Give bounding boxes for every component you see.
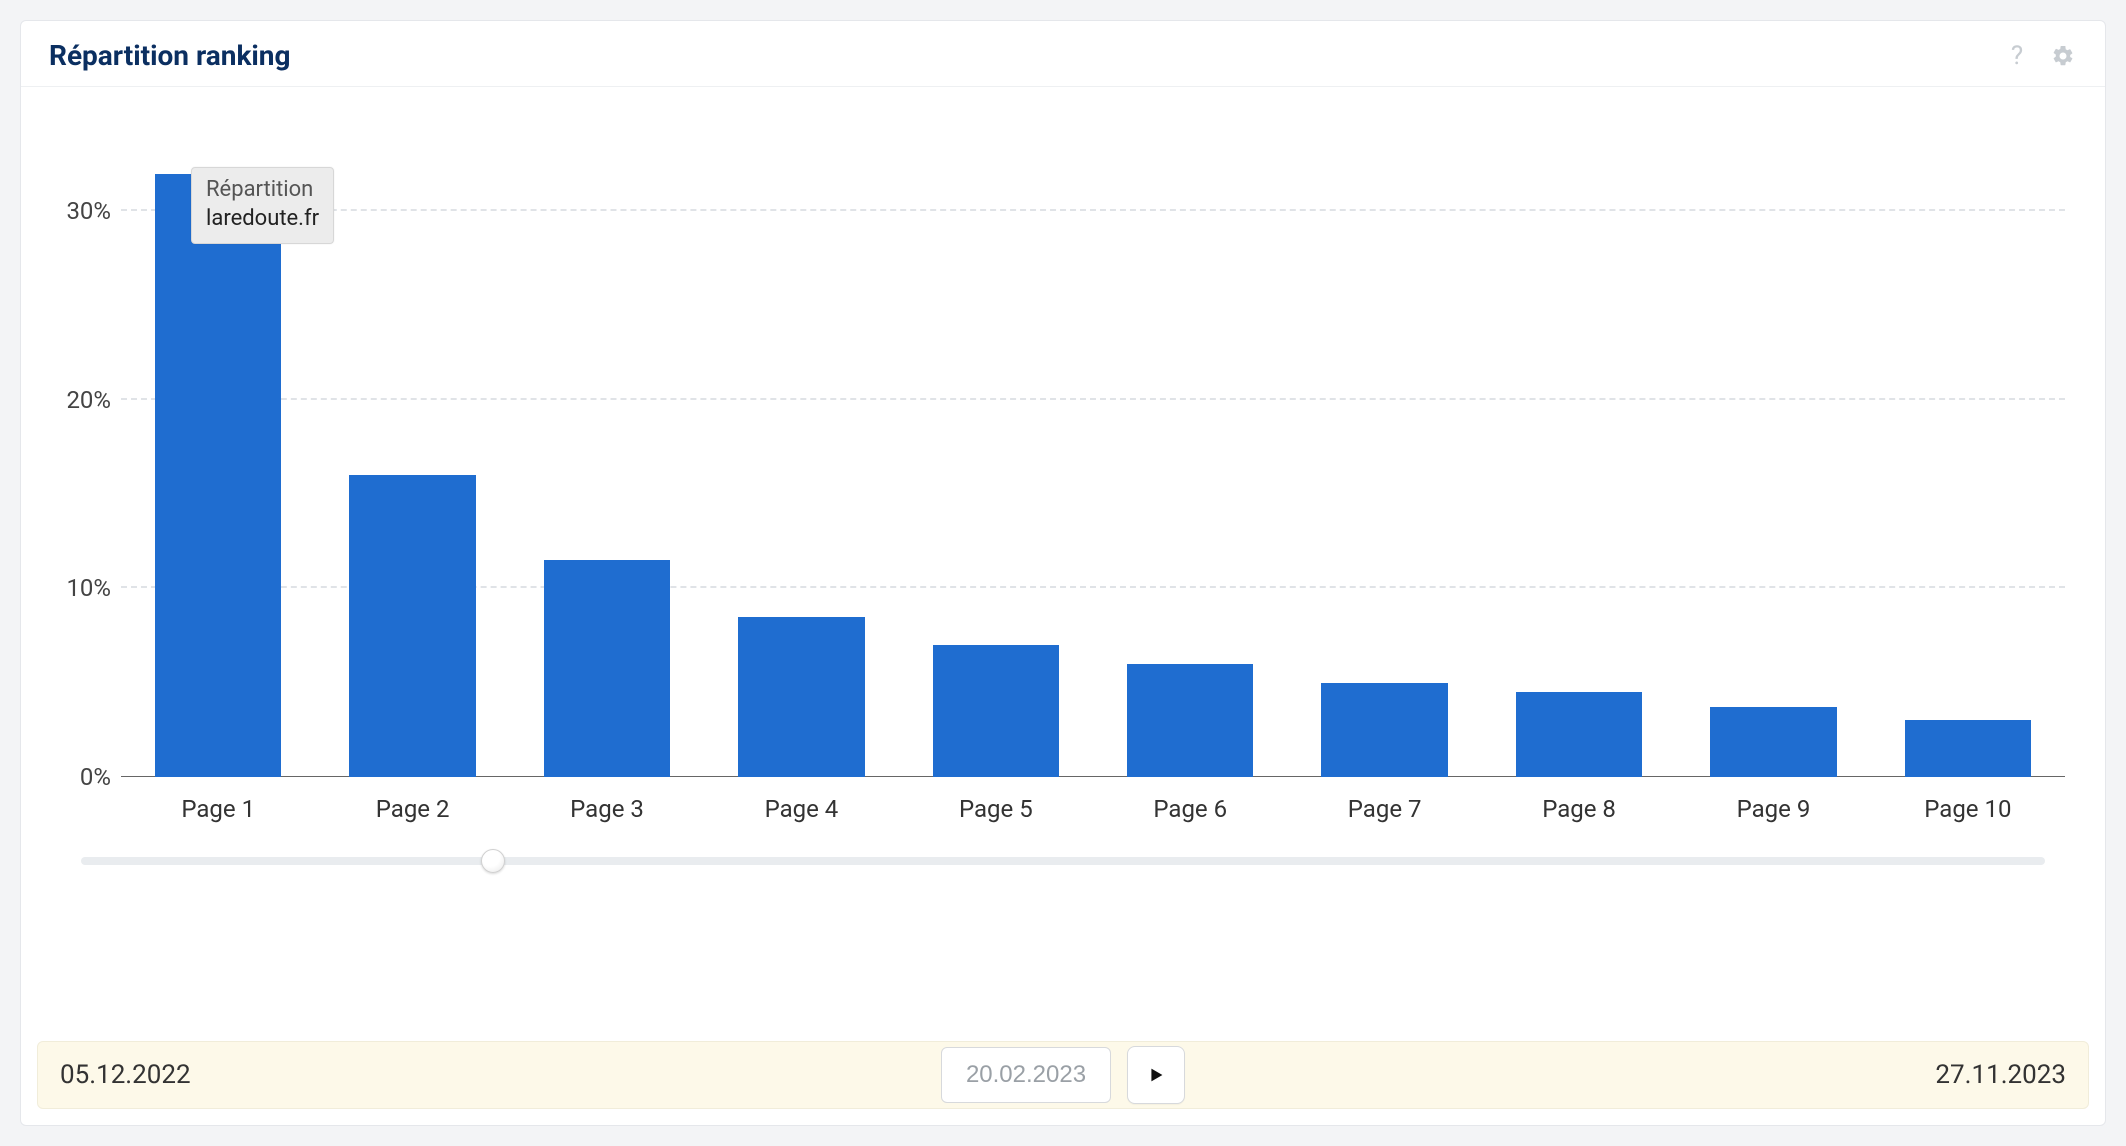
y-axis-tick-label: 30% [51, 197, 111, 225]
bar[interactable] [738, 617, 864, 777]
chart-x-axis: Page 1Page 2Page 3Page 4Page 5Page 6Page… [121, 787, 2065, 837]
x-axis-tick-label: Page 8 [1482, 787, 1676, 837]
header-icons: ? [2003, 42, 2077, 70]
settings-gear-icon[interactable] [2049, 42, 2077, 70]
y-axis-tick-label: 0% [51, 763, 111, 791]
timeline-track[interactable] [81, 857, 2045, 865]
bar[interactable] [1127, 664, 1253, 777]
bar-chart: 0%10%20%30% Page 1Page 2Page 3Page 4Page… [51, 117, 2075, 837]
bar[interactable] [1905, 720, 2031, 777]
x-axis-tick-label: Page 3 [510, 787, 704, 837]
chart-bars [121, 117, 2065, 777]
x-axis-tick-label: Page 4 [704, 787, 898, 837]
bar-slot [704, 117, 898, 777]
timeline-start-date: 05.12.2022 [60, 1060, 191, 1090]
x-axis-tick-label: Page 6 [1093, 787, 1287, 837]
play-button[interactable] [1127, 1046, 1185, 1104]
x-axis-tick-label: Page 2 [315, 787, 509, 837]
bar[interactable] [1516, 692, 1642, 777]
help-icon[interactable]: ? [2003, 42, 2031, 70]
bar[interactable] [349, 475, 475, 777]
bar[interactable] [1321, 683, 1447, 777]
x-axis-tick-label: Page 7 [1287, 787, 1481, 837]
bar[interactable] [933, 645, 1059, 777]
timeline-bar: 05.12.2022 27.11.2023 [37, 1041, 2089, 1109]
bar[interactable] [1710, 707, 1836, 777]
timeline-end-date: 27.11.2023 [1935, 1060, 2066, 1090]
x-axis-tick-label: Page 5 [899, 787, 1093, 837]
timeline-current-date-input[interactable] [941, 1047, 1111, 1103]
chart-tooltip: Répartition laredoute.fr [191, 167, 334, 244]
card-title: Répartition ranking [49, 39, 291, 72]
bar-slot [1676, 117, 1870, 777]
bar[interactable] [155, 174, 281, 777]
x-axis-tick-label: Page 9 [1676, 787, 1870, 837]
bar-slot [315, 117, 509, 777]
chart-gridline [121, 398, 2065, 400]
bar-slot [1871, 117, 2065, 777]
x-axis-tick-label: Page 10 [1871, 787, 2065, 837]
card-header: Répartition ranking ? [21, 21, 2105, 87]
play-icon [1145, 1064, 1167, 1086]
bar[interactable] [544, 560, 670, 777]
bar-slot [1287, 117, 1481, 777]
chart-gridline [121, 209, 2065, 211]
bar-slot [1482, 117, 1676, 777]
chart-plot: 0%10%20%30% [121, 117, 2065, 777]
tooltip-line1: Répartition [206, 176, 319, 205]
ranking-distribution-card: Répartition ranking ? 0%10%20%30% Page 1… [20, 20, 2106, 1126]
timeline-handle[interactable] [481, 849, 505, 873]
timeline-scrubber-area [51, 837, 2075, 865]
bar-slot [899, 117, 1093, 777]
bar-slot [1093, 117, 1287, 777]
x-axis-tick-label: Page 1 [121, 787, 315, 837]
bar-slot [510, 117, 704, 777]
y-axis-tick-label: 10% [51, 574, 111, 602]
timeline-center-controls [941, 1046, 1185, 1104]
tooltip-line2: laredoute.fr [206, 205, 319, 234]
y-axis-tick-label: 20% [51, 386, 111, 414]
